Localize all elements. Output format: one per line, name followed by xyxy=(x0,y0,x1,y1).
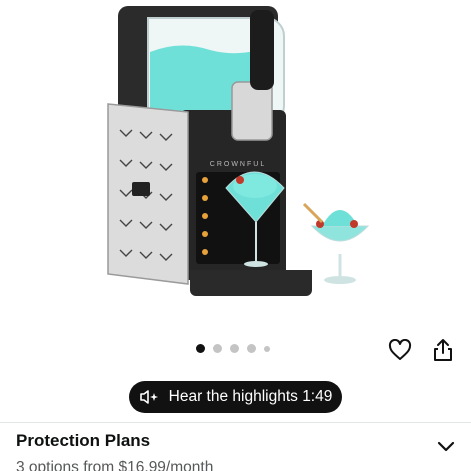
carousel-dot-4[interactable] xyxy=(247,344,256,353)
heart-outline-icon xyxy=(388,339,412,360)
image-carousel-dots[interactable] xyxy=(196,344,270,353)
hear-highlights-button[interactable]: Hear the highlights 1:49 xyxy=(129,381,342,413)
favorite-button[interactable] xyxy=(387,337,413,363)
dispenser-nozzle xyxy=(231,81,273,141)
drip-tray xyxy=(190,270,312,296)
protection-plans-subtitle: 3 options from $16.99/month xyxy=(16,459,214,471)
dessert-glass xyxy=(302,202,370,284)
product-image[interactable]: CROWNFUL xyxy=(0,0,471,330)
carousel-dot-3[interactable] xyxy=(230,344,239,353)
share-button[interactable] xyxy=(430,337,456,363)
chevron-down-icon xyxy=(437,441,455,452)
protection-plans-title: Protection Plans xyxy=(16,431,151,450)
protection-plans-section[interactable]: Protection Plans 3 options from $16.99/m… xyxy=(16,431,456,471)
audio-sparkle-icon xyxy=(139,390,158,404)
share-icon xyxy=(434,339,452,361)
carousel-dot-2[interactable] xyxy=(213,344,222,353)
section-divider xyxy=(0,422,471,423)
device-brand-text: CROWNFUL xyxy=(210,161,266,168)
side-switch xyxy=(132,182,150,196)
dispenser-handle xyxy=(250,10,274,90)
carousel-dot-1[interactable] xyxy=(196,344,205,353)
hear-highlights-label: Hear the highlights 1:49 xyxy=(168,388,333,405)
protection-plans-expand[interactable] xyxy=(437,440,455,458)
carousel-dot-5[interactable] xyxy=(264,345,270,352)
